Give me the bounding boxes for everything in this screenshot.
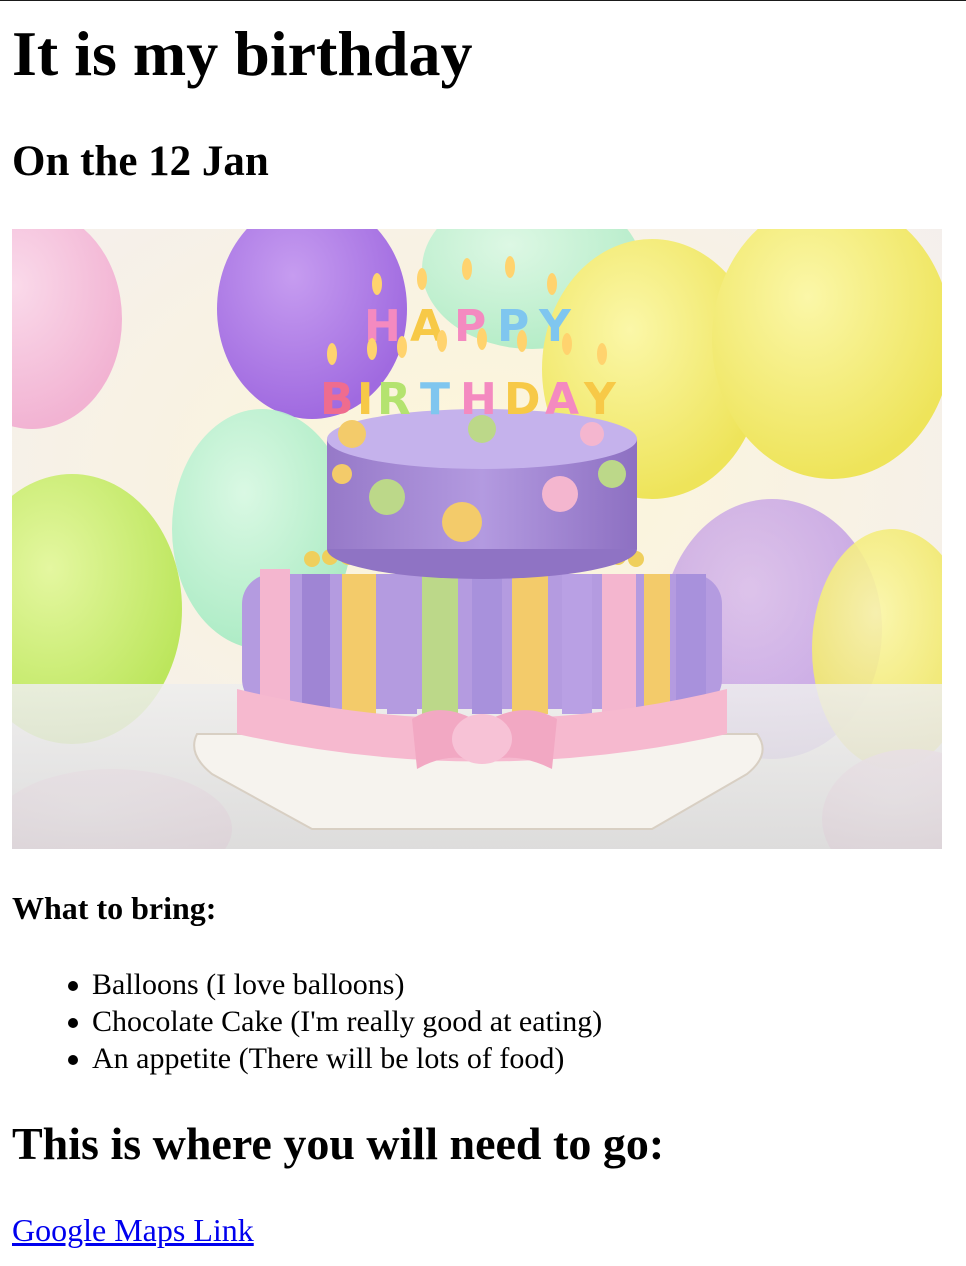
- page-title: It is my birthday: [12, 18, 473, 89]
- birthday-cake-image: H A P P Y B I R T H D A Y: [12, 229, 942, 849]
- bring-list: Balloons (I love balloons) Chocolate Cak…: [12, 966, 602, 1077]
- bullet-icon: [68, 1055, 78, 1065]
- svg-text:T: T: [420, 374, 450, 425]
- list-item-text: An appetite (There will be lots of food): [92, 1042, 565, 1075]
- bullet-icon: [68, 1018, 78, 1028]
- list-item: Balloons (I love balloons): [68, 966, 602, 1003]
- google-maps-link[interactable]: Google Maps Link: [12, 1210, 254, 1250]
- svg-text:D: D: [504, 374, 541, 425]
- svg-text:B: B: [320, 374, 354, 425]
- location-heading: This is where you will need to go:: [12, 1118, 665, 1169]
- what-to-bring-heading: What to bring:: [12, 890, 217, 926]
- date-heading: On the 12 Jan: [12, 138, 269, 185]
- list-item: An appetite (There will be lots of food): [68, 1040, 602, 1077]
- svg-text:Y: Y: [583, 374, 617, 425]
- list-item-text: Balloons (I love balloons): [92, 968, 405, 1001]
- svg-text:R: R: [377, 374, 411, 425]
- top-border: [0, 0, 966, 1]
- svg-text:A: A: [545, 374, 579, 425]
- svg-text:I: I: [357, 374, 373, 425]
- list-item: Chocolate Cake (I'm really good at eatin…: [68, 1003, 603, 1040]
- svg-text:H: H: [460, 374, 497, 425]
- list-item-text: Chocolate Cake (I'm really good at eatin…: [92, 1005, 603, 1038]
- bullet-icon: [68, 981, 78, 991]
